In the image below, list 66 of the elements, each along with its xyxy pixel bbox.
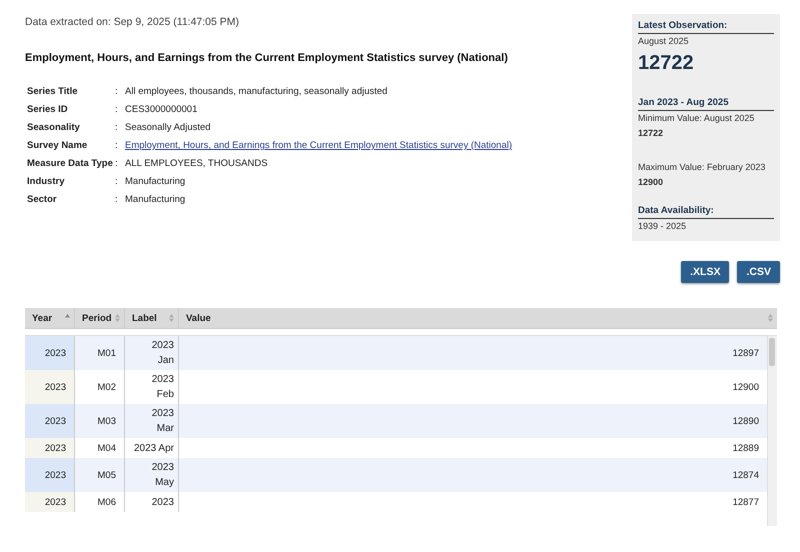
table-cell-text: 2023 Jan: [150, 339, 174, 368]
table-cell: 2023: [25, 458, 75, 492]
separator: :: [115, 104, 119, 115]
panel-heading: Latest Observation:: [638, 20, 774, 34]
detail-value: All employees, thousands, manufacturing, seasonally adjusted: [125, 86, 388, 97]
detail-label: Survey Name: [27, 140, 88, 151]
detail-label: Seasonality: [27, 122, 81, 133]
table-cell-text: 2023 Feb: [150, 373, 174, 402]
column-header[interactable]: Year: [32, 312, 52, 324]
detail-label: Industry: [27, 176, 66, 187]
table-cell: 2023: [25, 370, 75, 404]
table-cell: 2023: [25, 438, 75, 458]
maximum-value: 12900: [638, 177, 664, 187]
detail-label: Series ID: [27, 104, 69, 115]
table-cell-text: 2023 Apr: [134, 442, 174, 456]
table-cell-text: 12890: [732, 414, 760, 428]
detail-value: Manufacturing: [125, 176, 186, 187]
separator: :: [115, 122, 119, 133]
detail-label: Measure Data Type: [27, 158, 114, 169]
table-cell-text: 12877: [732, 496, 760, 510]
detail-value: CES3000000001: [125, 104, 198, 115]
separator: :: [115, 158, 119, 169]
table-cell: 2023: [25, 492, 75, 512]
detail-label: Sector: [27, 194, 58, 205]
detail-value: ALL EMPLOYEES, THOUSANDS: [125, 158, 269, 169]
separator: :: [115, 140, 119, 151]
extraction-date: Data extracted on: Sep 9, 2025 (11:47:05 PM): [25, 16, 240, 28]
table-cell: M06: [75, 492, 125, 512]
availability-range: 1939 - 2025: [638, 221, 688, 231]
latest-value: 12722: [638, 52, 695, 75]
sort-icon[interactable]: [169, 314, 174, 322]
table-cell-text: 12897: [732, 346, 760, 360]
table-cell: 2023: [25, 404, 75, 438]
minimum-value: 12722: [638, 128, 664, 138]
table-cell-text: 2023 May: [150, 461, 174, 490]
scrollbar-thumb[interactable]: [769, 338, 775, 366]
column-header[interactable]: Value: [186, 312, 211, 324]
detail-value: Seasonally Adjusted: [125, 122, 212, 133]
panel-heading: Data Availability:: [638, 205, 774, 219]
sort-icon[interactable]: [115, 314, 120, 322]
table-cell-text: 12900: [732, 380, 760, 394]
detail-label: Series Title: [27, 86, 79, 97]
separator: :: [115, 86, 119, 97]
column-header[interactable]: Period: [82, 312, 112, 324]
separator: :: [115, 176, 119, 187]
minimum-label: Minimum Value: August 2025: [638, 113, 756, 123]
table-cell: M01: [75, 336, 125, 370]
scrollbar[interactable]: [767, 336, 777, 526]
column-header[interactable]: Label: [132, 312, 157, 324]
table-cell-text: 2023: [150, 496, 174, 510]
table-cell: 2023: [25, 336, 75, 370]
maximum-label: Maximum Value: February 2023: [638, 162, 766, 172]
table-cell-text: 12889: [732, 442, 760, 456]
download-button[interactable]: .XLSX: [681, 261, 730, 283]
table-cell-text: 12874: [732, 468, 760, 482]
page-title: Employment, Hours, and Earnings from the Current Employment Statistics survey (National): [25, 52, 509, 64]
latest-period: August 2025: [638, 36, 690, 46]
table-cell-text: 2023 Mar: [150, 407, 174, 436]
survey-link[interactable]: Employment, Hours, and Earnings from the Current Employment Statistics survey (National): [125, 140, 600, 151]
detail-value: Manufacturing: [125, 194, 186, 205]
sort-icon[interactable]: [768, 314, 773, 322]
panel-heading: Jan 2023 - Aug 2025: [638, 97, 774, 111]
table-cell: M05: [75, 458, 125, 492]
table-cell: M03: [75, 404, 125, 438]
separator: :: [115, 194, 119, 205]
download-button[interactable]: .CSV: [737, 261, 780, 283]
